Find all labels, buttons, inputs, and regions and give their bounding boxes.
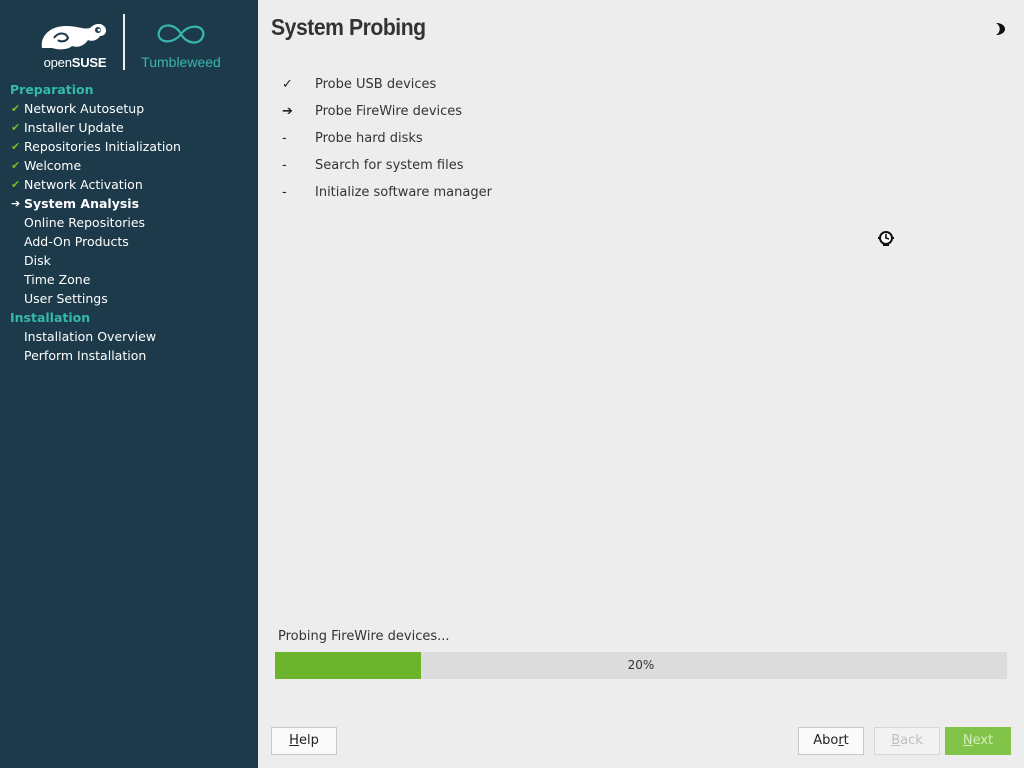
step-installation-overview: Installation Overview: [24, 329, 157, 344]
step-disk: Disk: [24, 253, 51, 268]
product-name: Tumbleweed: [141, 54, 221, 70]
step-add-on-products: Add-On Products: [24, 234, 129, 249]
arrow-right-icon: ➔: [11, 197, 21, 210]
task-label: Probe hard disks: [315, 131, 423, 146]
pending-dash-icon: -: [282, 158, 287, 173]
checkmark-icon: ✔: [11, 178, 21, 191]
step-user-settings: User Settings: [24, 291, 108, 306]
installer-sidebar: openSUSE Tumbleweed Preparation ✔ Network…: [0, 0, 258, 768]
half-moon-icon[interactable]: [993, 21, 1007, 37]
next-button[interactable]: Next: [945, 727, 1011, 755]
step-network-autosetup: ✔ Network Autosetup: [11, 101, 145, 116]
page-title: System Probing: [271, 14, 426, 40]
task-label: Search for system files: [315, 158, 464, 173]
pending-dash-icon: -: [282, 131, 287, 146]
logo-divider: [123, 14, 125, 70]
opensuse-logo: openSUSE: [38, 18, 112, 74]
task-label: Probe USB devices: [315, 77, 437, 92]
step-online-repositories: Online Repositories: [24, 215, 146, 230]
step-network-activation: ✔ Network Activation: [11, 177, 143, 192]
checkmark-icon: ✔: [11, 159, 21, 172]
help-button[interactable]: Help: [271, 727, 337, 755]
opensuse-wordmark: openSUSE: [43, 55, 107, 70]
checkmark-icon: ✔: [11, 121, 21, 134]
step-installer-update: ✔ Installer Update: [11, 120, 124, 135]
progress-percent-label: 20%: [627, 658, 655, 672]
section-preparation: Preparation: [10, 82, 94, 97]
step-time-zone: Time Zone: [24, 272, 91, 287]
pending-dash-icon: -: [282, 185, 287, 200]
main-panel: System Probing ✓ Probe USB devices ➔ Pro…: [258, 0, 1024, 768]
tumbleweed-logo: Tumbleweed: [136, 16, 226, 72]
busy-clock-cursor-icon: [877, 229, 895, 247]
progress-bar: 20%: [275, 652, 1007, 679]
branding-header: openSUSE Tumbleweed: [0, 10, 258, 74]
task-label: Initialize software manager: [315, 185, 492, 200]
infinity-icon: [157, 24, 205, 44]
step-welcome: ✔ Welcome: [11, 158, 82, 173]
checkmark-icon: ✔: [11, 140, 21, 153]
step-perform-installation: Perform Installation: [24, 348, 147, 363]
task-label: Probe FireWire devices: [315, 104, 463, 119]
progress-status-label: Probing FireWire devices...: [278, 629, 450, 644]
checkmark-icon: ✓: [282, 77, 293, 92]
arrow-right-icon: ➔: [282, 104, 293, 119]
abort-button[interactable]: Abort: [798, 727, 864, 755]
step-repositories-initialization: ✔ Repositories Initialization: [11, 139, 181, 154]
step-system-analysis: ➔ System Analysis: [11, 196, 140, 211]
checkmark-icon: ✔: [11, 102, 21, 115]
installation-steps: Preparation ✔ Network Autosetup ✔ Installe…: [0, 80, 258, 365]
section-installation: Installation: [10, 310, 91, 325]
gecko-icon: [41, 23, 107, 50]
back-button[interactable]: Back: [874, 727, 940, 755]
